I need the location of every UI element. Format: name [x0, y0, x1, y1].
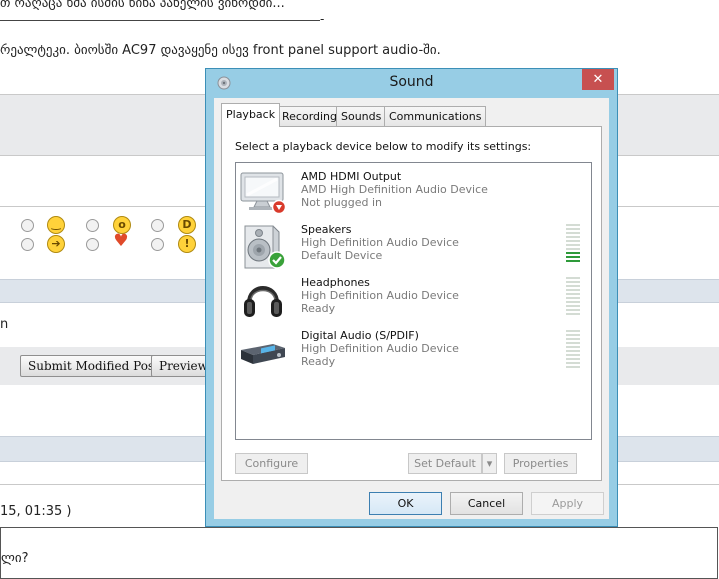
meter-segment [566, 293, 580, 295]
smiley-radio[interactable] [21, 238, 34, 251]
title-bar[interactable]: Sound ✕ [206, 69, 617, 98]
meter-segment [566, 342, 580, 344]
playback-device-list[interactable]: AMD HDMI Output AMD High Definition Audi… [235, 162, 592, 440]
digital-audio-device-icon [241, 344, 285, 364]
meter-segment [566, 248, 580, 250]
dialog-client-area: Playback Recording Sounds Communications… [214, 98, 609, 519]
smiley-happy-icon: ‿ [47, 216, 65, 234]
close-icon: ✕ [592, 72, 604, 87]
green-check-badge [268, 251, 286, 269]
tab-recording[interactable]: Recording [277, 106, 343, 126]
divider [0, 20, 320, 21]
post-text-line-2: რეალტეკი. ბიოსში AC97 დავაყენე ისევ fron… [0, 43, 441, 58]
smiley-radio[interactable] [86, 219, 99, 232]
meter-segment [566, 301, 580, 303]
playback-tab-panel: Select a playback device below to modify… [221, 126, 602, 481]
window-frame [609, 98, 617, 526]
meter-segment [566, 346, 580, 348]
volume-level-meter [566, 330, 580, 372]
properties-button[interactable]: Properties [504, 453, 577, 474]
device-item-headphones[interactable]: Headphones High Definition Audio Device … [236, 273, 591, 326]
device-status: Not plugged in [301, 196, 383, 209]
volume-level-meter [566, 277, 580, 319]
tab-playback[interactable]: Playback [221, 103, 281, 127]
set-default-button[interactable]: Set Default [408, 453, 482, 474]
tab-sounds[interactable]: Sounds [336, 106, 387, 126]
meter-segment [566, 224, 580, 226]
meter-segment [566, 285, 580, 287]
configure-button[interactable]: Configure [235, 453, 308, 474]
reply-textarea[interactable]: ლი? [0, 527, 718, 579]
meter-segment [566, 228, 580, 230]
meter-segment [566, 256, 580, 258]
meter-segment [566, 277, 580, 279]
submit-modified-post-button[interactable]: Submit Modified Post [20, 355, 167, 377]
instruction-text: Select a playback device below to modify… [235, 140, 532, 153]
headphones-icon [244, 286, 282, 317]
meter-segment [566, 240, 580, 242]
cancel-button[interactable]: Cancel [450, 492, 523, 515]
meter-segment [566, 362, 580, 364]
device-item-speakers[interactable]: Speakers High Definition Audio Device De… [236, 220, 591, 273]
device-status: Default Device [301, 249, 383, 262]
device-name: AMD HDMI Output [301, 170, 402, 183]
meter-segment [566, 297, 580, 299]
device-name: Digital Audio (S/PDIF) [301, 329, 419, 342]
device-description: High Definition Audio Device [301, 236, 459, 249]
meter-segment [566, 354, 580, 356]
smiley-grin-icon: D [178, 216, 196, 234]
separator-dash: - [320, 12, 325, 26]
device-name: Speakers [301, 223, 352, 236]
smiley-radio[interactable] [151, 238, 164, 251]
device-status: Ready [301, 355, 336, 368]
post-text-line-1: თ რაღაცა ხმა ისმის წინა პანელის ვინოდმი.… [0, 0, 285, 11]
meter-segment [566, 330, 580, 332]
monitor-icon [240, 172, 287, 215]
meter-segment [566, 289, 580, 291]
heart-icon: ♥ [113, 231, 129, 251]
sound-dialog: Sound ✕ Playback Recording Sounds Commun… [205, 68, 618, 527]
device-description: High Definition Audio Device [301, 342, 459, 355]
meter-segment [566, 281, 580, 283]
set-default-dropdown[interactable]: ▾ [482, 453, 497, 474]
exclamation-icon: ! [178, 235, 196, 253]
window-frame [206, 519, 617, 526]
meter-segment [566, 313, 580, 315]
meter-segment [566, 358, 580, 360]
close-button[interactable]: ✕ [582, 69, 614, 90]
volume-level-meter [566, 224, 580, 266]
meter-segment [566, 305, 580, 307]
device-status: Ready [301, 302, 336, 315]
meter-segment [566, 309, 580, 311]
device-item-digital-audio-spdif[interactable]: Digital Audio (S/PDIF) High Definition A… [236, 326, 591, 379]
smiley-radio[interactable] [86, 238, 99, 251]
row-label: n [0, 317, 9, 332]
meter-segment [566, 252, 580, 254]
meter-segment [566, 366, 580, 368]
meter-segment [566, 244, 580, 246]
window-frame [206, 98, 214, 526]
device-description: High Definition Audio Device [301, 289, 459, 302]
meter-segment [566, 232, 580, 234]
ok-button[interactable]: OK [369, 492, 442, 515]
smiley-radio[interactable] [21, 219, 34, 232]
dialog-title: Sound [389, 74, 434, 90]
speaker-icon [244, 225, 286, 269]
tab-communications[interactable]: Communications [384, 106, 487, 126]
meter-segment [566, 338, 580, 340]
device-description: AMD High Definition Audio Device [301, 183, 488, 196]
meter-segment [566, 236, 580, 238]
device-name: Headphones [301, 276, 370, 289]
arrow-icon: ➔ [47, 235, 65, 253]
smiley-radio[interactable] [151, 219, 164, 232]
meter-segment [566, 334, 580, 336]
device-item-amd-hdmi-output[interactable]: AMD HDMI Output AMD High Definition Audi… [236, 167, 591, 220]
apply-button[interactable]: Apply [531, 492, 604, 515]
reply-text: ლი? [1, 551, 29, 566]
meter-segment [566, 260, 580, 262]
chevron-down-icon: ▾ [486, 457, 493, 470]
post-timestamp: 15, 01:35 ) [0, 504, 72, 519]
meter-segment [566, 350, 580, 352]
